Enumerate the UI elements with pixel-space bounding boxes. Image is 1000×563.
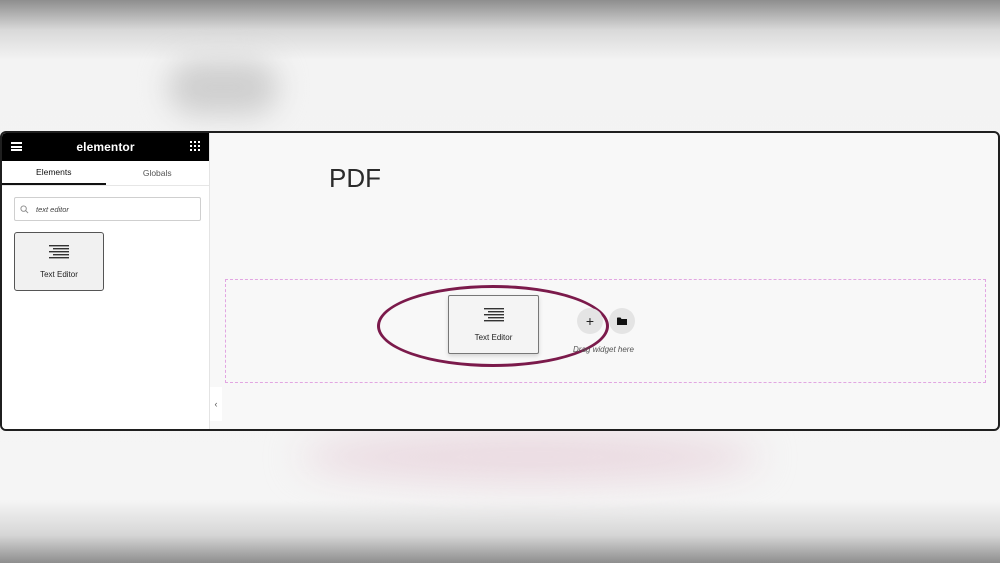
- editor-window: elementor Elements Globals text editor T…: [0, 131, 1000, 431]
- tab-elements[interactable]: Elements: [2, 161, 106, 185]
- plus-icon: +: [585, 313, 595, 329]
- page-title: PDF: [329, 163, 381, 193]
- tab-globals[interactable]: Globals: [106, 161, 210, 185]
- panel-header: elementor: [2, 133, 209, 161]
- hamburger-menu-icon[interactable]: [11, 142, 22, 151]
- drag-hint: Drag widget here: [573, 345, 634, 354]
- highlight-ellipse: [377, 285, 609, 367]
- blurred-background-shape: [168, 60, 278, 115]
- elementor-logo: elementor: [76, 140, 135, 154]
- text-editor-widget[interactable]: Text Editor: [14, 232, 104, 291]
- chevron-left-icon: ‹: [214, 399, 218, 409]
- collapse-panel-button[interactable]: ‹: [210, 387, 222, 421]
- panel-tabs: Elements Globals: [2, 161, 209, 186]
- widget-label: Text Editor: [40, 269, 78, 279]
- widgets-grid-icon[interactable]: [190, 141, 200, 151]
- text-align-icon: [49, 244, 69, 265]
- template-library-button[interactable]: [609, 308, 635, 334]
- folder-icon: [617, 312, 627, 330]
- widget-search: [14, 197, 201, 221]
- add-section-button[interactable]: +: [577, 308, 603, 334]
- elements-panel: elementor Elements Globals text editor T…: [2, 133, 210, 429]
- search-icon: [20, 204, 34, 214]
- blurred-background-reflection: [300, 432, 760, 482]
- search-input[interactable]: [36, 204, 186, 214]
